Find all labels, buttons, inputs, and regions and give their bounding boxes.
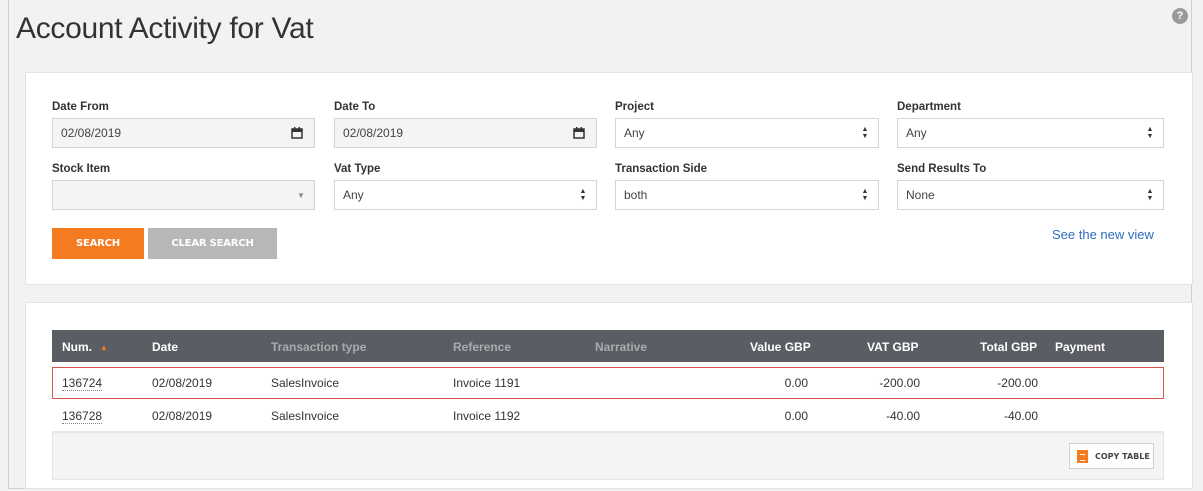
- table-footer: [52, 432, 1164, 480]
- row-reference: Invoice 1192: [453, 409, 521, 423]
- transaction-side-value: both: [624, 188, 648, 202]
- see-new-view-link[interactable]: See the new view: [1052, 227, 1154, 242]
- date-to-value: 02/08/2019: [343, 126, 404, 140]
- date-from-label: Date From: [52, 101, 109, 113]
- column-header-date[interactable]: Date: [152, 340, 178, 354]
- row-transaction-type: SalesInvoice: [271, 376, 340, 390]
- vat-type-select[interactable]: Any ▲ ▼: [334, 180, 597, 210]
- column-header-value-gbp[interactable]: Value GBP: [750, 340, 811, 354]
- vat-type-value: Any: [343, 188, 364, 202]
- row-vat-gbp: -40.00: [885, 409, 920, 423]
- calendar-icon[interactable]: [280, 119, 314, 147]
- column-header-vat-gbp[interactable]: VAT GBP: [867, 340, 919, 354]
- row-transaction-type: SalesInvoice: [271, 409, 340, 423]
- column-header-total-gbp[interactable]: Total GBP: [980, 340, 1037, 354]
- date-to-label: Date To: [334, 101, 376, 113]
- row-total-gbp: -200.00: [997, 376, 1038, 390]
- table-row[interactable]: 136728 02/08/2019 SalesInvoice Invoice 1…: [52, 400, 1164, 432]
- send-results-value: None: [906, 188, 935, 202]
- transaction-side-label: Transaction Side: [615, 163, 708, 175]
- column-header-payment[interactable]: Payment: [1055, 340, 1105, 354]
- column-header-transaction-type[interactable]: Transaction type: [271, 340, 366, 354]
- row-num-link[interactable]: 136728: [62, 409, 103, 424]
- department-value: Any: [906, 126, 927, 140]
- copy-table-button[interactable]: COPY TABLE: [1069, 443, 1154, 469]
- column-header-num[interactable]: Num. ▲: [62, 340, 108, 354]
- send-results-select[interactable]: None ▲ ▼: [897, 180, 1164, 210]
- department-select[interactable]: Any ▲ ▼: [897, 118, 1164, 148]
- row-reference: Invoice 1191: [453, 376, 521, 390]
- row-date: 02/08/2019: [152, 409, 213, 423]
- select-arrows-icon: ▲ ▼: [1146, 188, 1154, 202]
- chevron-down-icon[interactable]: ▼: [288, 181, 314, 209]
- send-results-label: Send Results To: [897, 163, 987, 175]
- department-label: Department: [897, 101, 961, 113]
- row-date: 02/08/2019: [152, 376, 213, 390]
- date-from-value: 02/08/2019: [61, 126, 122, 140]
- stock-item-combobox[interactable]: ▼: [52, 180, 315, 210]
- clear-search-button[interactable]: CLEAR SEARCH: [148, 228, 277, 259]
- page-title: Account Activity for Vat: [16, 12, 314, 45]
- table-header: Num. ▲ Date Transaction type Reference Na…: [52, 330, 1164, 362]
- row-total-gbp: -40.00: [1003, 409, 1038, 423]
- vat-type-label: Vat Type: [334, 163, 381, 175]
- calendar-icon[interactable]: [562, 119, 596, 147]
- copy-icon: [1077, 449, 1088, 463]
- copy-table-label: COPY TABLE: [1095, 451, 1150, 461]
- transaction-side-select[interactable]: both ▲ ▼: [615, 180, 879, 210]
- select-arrows-icon: ▲ ▼: [579, 188, 587, 202]
- row-vat-gbp: -200.00: [879, 376, 920, 390]
- search-button[interactable]: SEARCH: [52, 228, 144, 259]
- row-num-link[interactable]: 136724: [62, 376, 103, 391]
- column-header-reference[interactable]: Reference: [453, 340, 511, 354]
- project-label: Project: [615, 101, 654, 113]
- select-arrows-icon: ▲ ▼: [861, 126, 869, 140]
- project-select[interactable]: Any ▲ ▼: [615, 118, 879, 148]
- question-circle-icon[interactable]: ?: [1172, 8, 1188, 24]
- column-header-narrative[interactable]: Narrative: [595, 340, 647, 354]
- select-arrows-icon: ▲ ▼: [1146, 126, 1154, 140]
- sort-asc-icon: ▲: [100, 343, 108, 352]
- date-to-input[interactable]: 02/08/2019: [334, 118, 597, 148]
- table-row[interactable]: 136724 02/08/2019 SalesInvoice Invoice 1…: [52, 367, 1164, 399]
- select-arrows-icon: ▲ ▼: [861, 188, 869, 202]
- project-value: Any: [624, 126, 645, 140]
- row-value-gbp: 0.00: [784, 376, 808, 390]
- row-value-gbp: 0.00: [784, 409, 808, 423]
- date-from-input[interactable]: 02/08/2019: [52, 118, 315, 148]
- stock-item-label: Stock Item: [52, 163, 111, 175]
